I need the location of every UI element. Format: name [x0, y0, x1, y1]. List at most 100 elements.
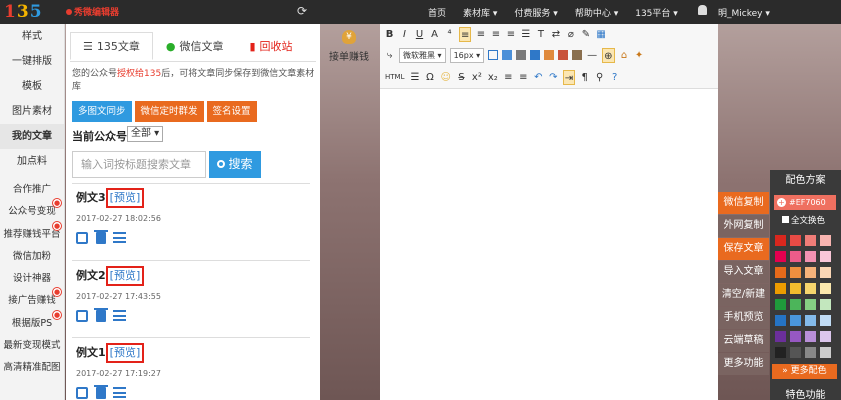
color-swatch[interactable]	[805, 315, 816, 326]
insert-gallery-icon[interactable]	[558, 50, 569, 60]
list-style-icon[interactable]: ☰	[409, 70, 420, 85]
edit-icon[interactable]	[76, 232, 88, 244]
color-swatch[interactable]	[820, 251, 831, 262]
list-icon[interactable]	[113, 387, 126, 398]
color-swatch[interactable]	[790, 251, 801, 262]
table-icon[interactable]: ▦	[595, 27, 606, 42]
color-swatch[interactable]	[805, 331, 816, 342]
unordered-list-icon[interactable]: ≡	[518, 70, 529, 85]
omega-icon[interactable]: Ω	[424, 70, 435, 85]
search-button[interactable]: 搜索	[209, 151, 261, 178]
nav-help-center[interactable]: 帮助中心 ▾	[575, 6, 618, 19]
line-height-button[interactable]: ☰	[520, 27, 531, 42]
paragraph-icon[interactable]: ¶	[579, 70, 590, 85]
insert-video-icon[interactable]	[516, 50, 527, 60]
help-icon[interactable]: ?	[609, 70, 620, 85]
color-swatch[interactable]	[805, 235, 816, 246]
sidebar-item-my-articles[interactable]: 我的文章	[0, 124, 64, 149]
sidebar-item-ps[interactable]: 根据版PS ●	[0, 309, 64, 335]
underline-button[interactable]: U	[414, 27, 425, 42]
clear-format-button[interactable]: ⌀	[565, 27, 576, 42]
superscript-button[interactable]: ⁴	[444, 27, 455, 42]
insert-table-icon[interactable]	[488, 50, 499, 60]
nav-paid-services[interactable]: 付费服务 ▾	[514, 6, 557, 19]
current-color-field[interactable]: + #EF7060	[774, 195, 836, 210]
tab-135-articles[interactable]: ☰ 135文章	[70, 32, 153, 60]
sidebar-item-new-mode[interactable]: 最新变现模式	[0, 335, 64, 357]
color-swatch[interactable]	[775, 267, 786, 278]
strikethrough-icon[interactable]: S̶	[456, 70, 467, 85]
sidebar-item-hd-images[interactable]: 高清精准配图	[0, 357, 64, 379]
color-swatch[interactable]	[790, 267, 801, 278]
sidebar-item-images[interactable]: 图片素材	[0, 99, 64, 124]
color-swatch[interactable]	[775, 299, 786, 310]
save-article-button[interactable]: 保存文章	[718, 238, 769, 260]
bold-button[interactable]: B	[384, 27, 395, 42]
text-format-button[interactable]: T	[535, 27, 546, 42]
font-family-select[interactable]: 微软雅黑 ▾	[399, 47, 446, 63]
sidebar-item-followers[interactable]: 微信加粉	[0, 246, 64, 268]
color-swatch[interactable]	[775, 347, 786, 358]
list-icon[interactable]	[113, 310, 126, 321]
insert-map-icon[interactable]	[572, 50, 583, 60]
sidebar-item-one-click-layout[interactable]: 一键排版	[0, 49, 64, 74]
refresh-icon[interactable]: ⟳	[297, 4, 307, 18]
color-swatch[interactable]	[805, 283, 816, 294]
apply-all-checkbox[interactable]: 全文换色	[782, 214, 841, 226]
horizontal-rule-icon[interactable]: —	[586, 48, 598, 63]
color-swatch[interactable]	[820, 347, 831, 358]
undo-icon[interactable]: ↶	[533, 70, 544, 85]
magic-icon[interactable]: ✦	[634, 48, 645, 63]
color-swatch[interactable]	[775, 331, 786, 342]
source-code-icon[interactable]: ⊕	[602, 47, 615, 63]
color-swatch[interactable]	[805, 251, 816, 262]
color-swatch[interactable]	[805, 267, 816, 278]
sidebar-item-extras[interactable]: 加点料	[0, 149, 64, 174]
earn-money-button[interactable]: ¥ 接单赚钱	[326, 30, 372, 63]
word-import-icon[interactable]	[530, 50, 541, 60]
sidebar-item-templates[interactable]: 模板	[0, 74, 64, 99]
color-swatch[interactable]	[820, 299, 831, 310]
delete-icon[interactable]	[94, 308, 108, 322]
list-icon[interactable]	[113, 232, 126, 243]
color-swatch[interactable]	[790, 299, 801, 310]
align-right-button[interactable]: ≡	[490, 27, 501, 42]
mobile-preview-button[interactable]: 手机预览	[718, 307, 769, 329]
edit-icon[interactable]	[76, 387, 88, 399]
font-color-button[interactable]: A	[429, 27, 440, 42]
superscript-icon[interactable]: x²	[471, 70, 483, 85]
search-input[interactable]: 输入词按标题搜索文章	[72, 151, 206, 178]
color-swatch[interactable]	[805, 347, 816, 358]
eraser-icon[interactable]: ⌂	[619, 48, 630, 63]
editor-canvas[interactable]	[380, 89, 718, 400]
insert-image-icon[interactable]	[502, 50, 513, 60]
authorize-link[interactable]: 授权给135	[117, 69, 161, 79]
color-swatch[interactable]	[820, 283, 831, 294]
color-swatch[interactable]	[790, 347, 801, 358]
subscript-icon[interactable]: x₂	[487, 70, 499, 85]
insert-music-icon[interactable]	[544, 50, 555, 60]
multi-article-sync-button[interactable]: 多图文同步	[72, 101, 132, 122]
font-size-select[interactable]: 16px ▾	[449, 47, 485, 63]
color-swatch[interactable]	[790, 283, 801, 294]
bell-icon[interactable]	[698, 5, 707, 15]
color-swatch[interactable]	[775, 235, 786, 246]
indent-icon[interactable]: ⇥	[562, 69, 576, 85]
color-swatch[interactable]	[775, 315, 786, 326]
featured-functions[interactable]: 特色功能	[770, 386, 841, 400]
color-swatch[interactable]	[790, 331, 801, 342]
align-center-button[interactable]: ≡	[475, 27, 486, 42]
preview-link[interactable]: [预览]	[105, 266, 145, 286]
edit-icon[interactable]	[76, 310, 88, 322]
more-colors-button[interactable]: » 更多配色	[772, 364, 837, 379]
tab-recycle-bin[interactable]: ▮ 回收站	[236, 32, 305, 60]
account-select[interactable]: 全部 ▾	[127, 126, 164, 142]
delete-icon[interactable]	[94, 385, 108, 399]
tab-wechat-articles[interactable]: ● 微信文章	[153, 32, 237, 60]
ordered-list-icon[interactable]: ≡	[503, 70, 514, 85]
align-left-button[interactable]: ≡	[459, 26, 472, 42]
binoculars-icon[interactable]: ⚲	[594, 70, 605, 85]
nav-platform[interactable]: 135平台 ▾	[635, 6, 678, 19]
color-swatch[interactable]	[790, 235, 801, 246]
emoji-icon[interactable]: ☺	[439, 70, 451, 85]
